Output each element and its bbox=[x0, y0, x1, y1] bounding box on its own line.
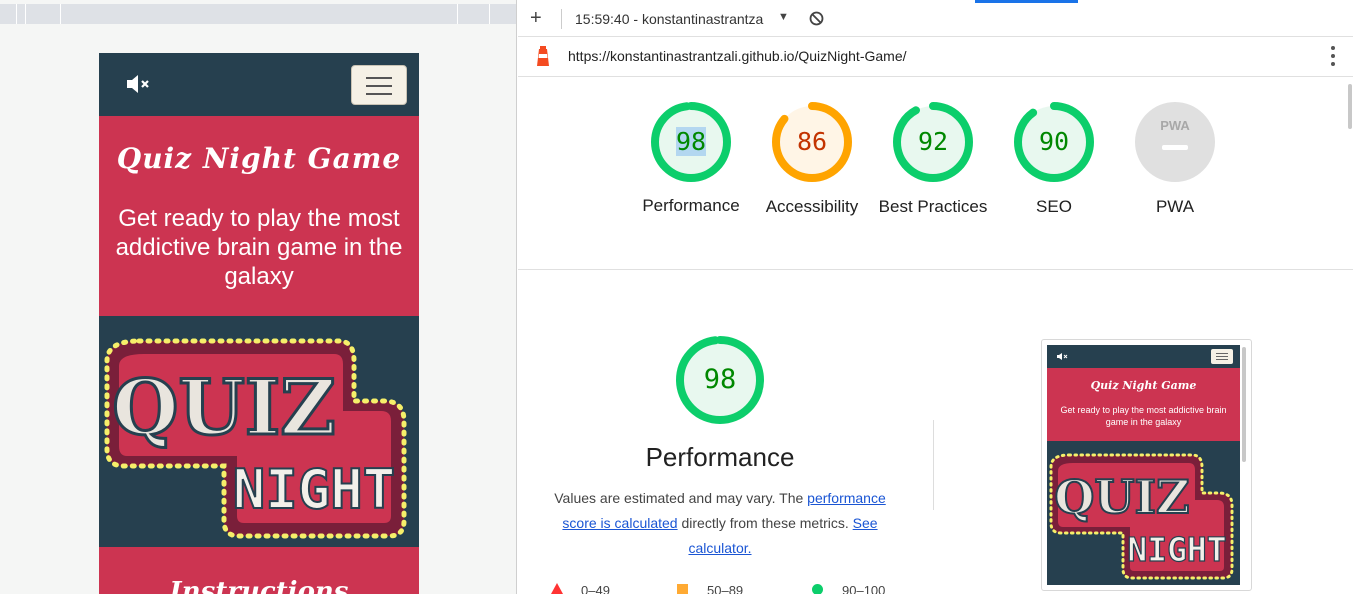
gauge-accessibility[interactable]: 86 bbox=[772, 102, 852, 182]
marquee-logo-image: QUIZ NIGHT bbox=[104, 338, 407, 539]
vertical-separator bbox=[933, 420, 934, 510]
instructions-title: Instructions bbox=[169, 577, 349, 594]
lighthouse-panel: + 15:59:40 - konstantinastrantza ▼ https… bbox=[518, 0, 1353, 594]
report-url-bar: https://konstantinastrantzali.github.io/… bbox=[518, 37, 1353, 77]
site-navbar bbox=[99, 53, 419, 116]
gauge-pwa-label: PWA bbox=[1155, 197, 1195, 216]
gauge-performance[interactable]: 98 bbox=[651, 102, 731, 182]
svg-text:QUIZ: QUIZ bbox=[1054, 470, 1189, 524]
pwa-badge-text: PWA bbox=[1160, 118, 1190, 133]
clear-all-icon[interactable] bbox=[809, 11, 824, 26]
report-selector[interactable]: 15:59:40 - konstantinastrantza bbox=[575, 11, 763, 27]
pass-circle-icon bbox=[812, 584, 823, 594]
device-emulation-pane: Quiz Night Game Get ready to play the mo… bbox=[0, 0, 517, 594]
gauge-accessibility-label: Accessibility bbox=[765, 197, 859, 216]
device-viewport: Quiz Night Game Get ready to play the mo… bbox=[99, 53, 419, 594]
thumb-title: Quiz Night Game bbox=[1090, 379, 1197, 392]
hamburger-menu-button[interactable] bbox=[351, 65, 407, 105]
quiz-night-logo: QUIZ NIGHT bbox=[99, 316, 419, 547]
final-screenshot-thumbnail[interactable]: Quiz Night Game Get ready to play the mo… bbox=[1041, 339, 1252, 591]
performance-description: Values are estimated and may vary. The p… bbox=[554, 490, 886, 556]
report-url[interactable]: https://konstantinastrantzali.github.io/… bbox=[568, 48, 907, 64]
active-tab-indicator bbox=[975, 0, 1078, 3]
legend-fail: 0–49 bbox=[551, 583, 610, 594]
lighthouse-logo-icon bbox=[537, 46, 549, 66]
performance-score-value: 98 bbox=[703, 364, 737, 395]
toolbar-separator bbox=[561, 9, 562, 29]
report-scrollbar[interactable] bbox=[1348, 84, 1352, 129]
lighthouse-toolbar: + 15:59:40 - konstantinastrantza ▼ bbox=[518, 0, 1353, 37]
thumb-scrollbar bbox=[1242, 347, 1246, 462]
thumb-subtitle: Get ready to play the most addictive bra… bbox=[1060, 405, 1227, 427]
devtools-window: Quiz Night Game Get ready to play the mo… bbox=[0, 0, 1353, 594]
device-ruler bbox=[0, 4, 516, 24]
fail-triangle-icon bbox=[551, 583, 563, 594]
gauge-best-practices[interactable]: 92 bbox=[893, 102, 973, 182]
performance-title: Performance bbox=[645, 442, 795, 472]
gauge-best-practices-label: Best Practices bbox=[878, 197, 988, 216]
pwa-na-dash bbox=[1162, 145, 1188, 150]
gauge-seo-label: SEO bbox=[1036, 197, 1072, 216]
site-title: Quiz Night Game bbox=[116, 142, 402, 175]
site-subtitle: Get ready to play the most addictive bra… bbox=[115, 205, 403, 290]
instructions-section: Instructions bbox=[99, 547, 419, 594]
gauge-performance-label: Performance bbox=[642, 196, 740, 215]
new-report-button[interactable]: + bbox=[530, 7, 542, 29]
legend-pass: 90–100 bbox=[812, 583, 885, 594]
gauge-seo-value: 90 bbox=[1038, 127, 1070, 156]
logo-text-night: NIGHT bbox=[233, 458, 396, 521]
gauge-seo[interactable]: 90 bbox=[1014, 102, 1094, 182]
thumb-logo: QUIZ NIGHT bbox=[1047, 441, 1240, 585]
more-options-icon[interactable] bbox=[1330, 46, 1336, 68]
gauge-best-practices-value: 92 bbox=[917, 127, 949, 156]
performance-gauge-large: 98 bbox=[675, 335, 765, 425]
gauge-accessibility-value: 86 bbox=[796, 127, 828, 156]
gauge-pwa[interactable]: PWA bbox=[1135, 102, 1215, 182]
thumb-hamburger-icon bbox=[1211, 349, 1233, 364]
logo-text-quiz: QUIZ bbox=[112, 363, 336, 452]
thumb-mute-icon bbox=[1057, 353, 1068, 360]
gauge-performance-value: 98 bbox=[675, 127, 707, 156]
volume-mute-icon[interactable] bbox=[125, 73, 153, 95]
average-square-icon bbox=[677, 584, 688, 594]
svg-text:NIGHT: NIGHT bbox=[1127, 530, 1226, 569]
legend-average: 50–89 bbox=[677, 583, 743, 594]
site-hero: Quiz Night Game Get ready to play the mo… bbox=[99, 116, 419, 316]
chevron-down-icon[interactable]: ▼ bbox=[778, 11, 789, 23]
section-divider bbox=[518, 269, 1353, 270]
